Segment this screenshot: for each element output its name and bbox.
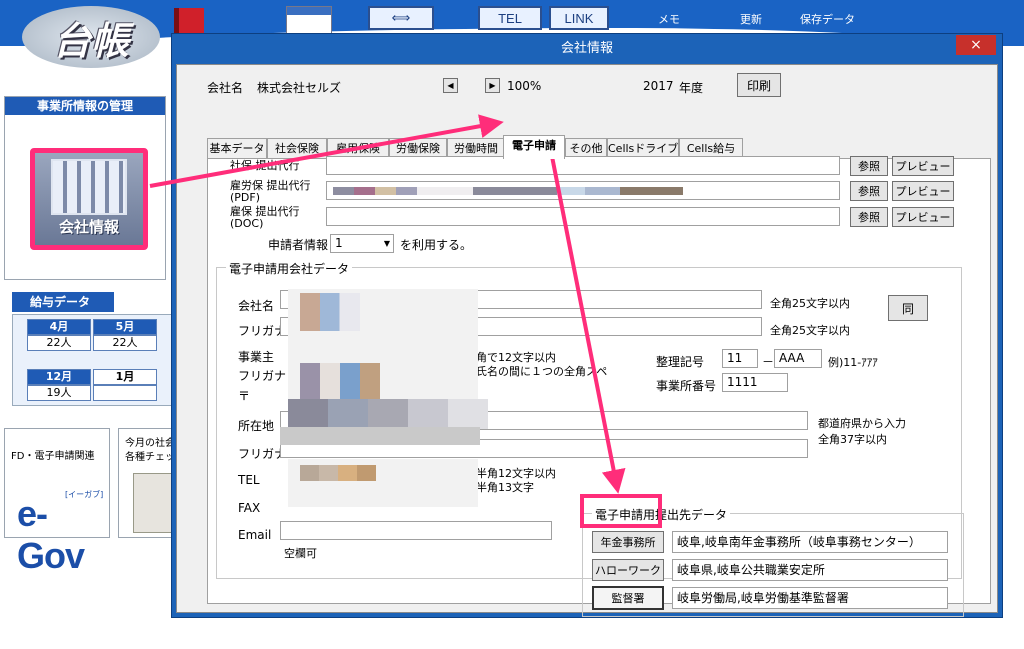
tab-electronic-application[interactable]: 電子申請 (503, 135, 565, 159)
annotation-arrows (149, 114, 626, 494)
arrow-to-destination (546, 135, 626, 494)
arrow-to-tab (149, 114, 504, 188)
